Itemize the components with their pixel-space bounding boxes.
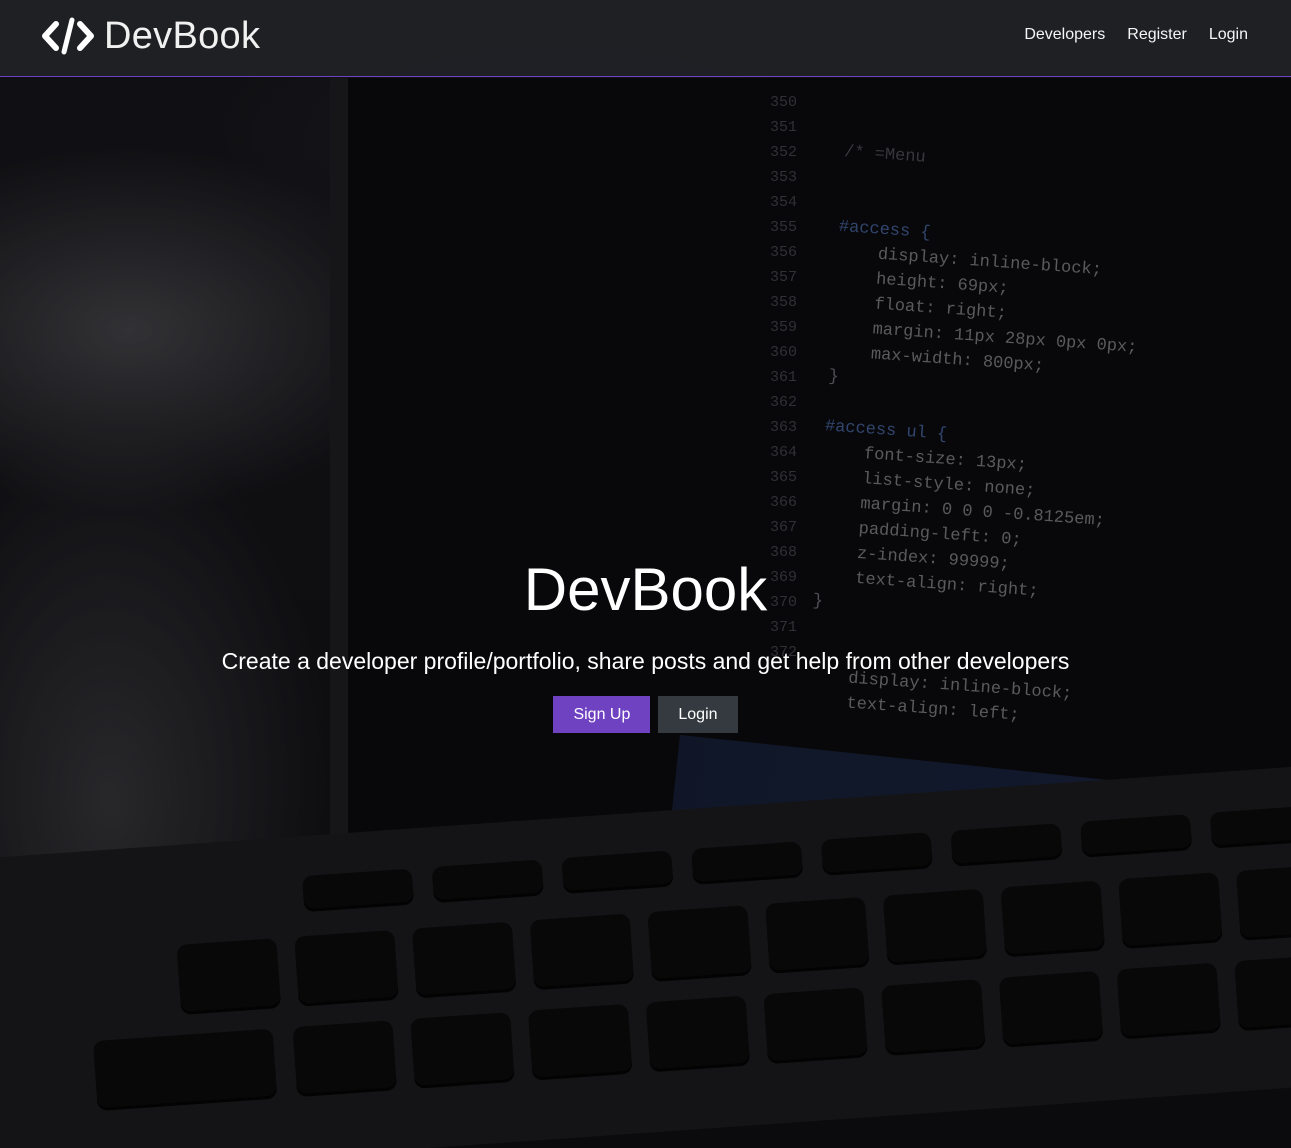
login-button[interactable]: Login [658,696,738,733]
landing-hero: DevBook Create a developer profile/portf… [0,550,1291,733]
code-icon [42,17,94,55]
brand-link[interactable]: DevBook [42,12,260,60]
nav-links: Developers Register Login [1024,26,1248,44]
sign-up-button[interactable]: Sign Up [553,696,651,733]
hero-subtitle: Create a developer profile/portfolio, sh… [221,648,1070,674]
nav-link-login[interactable]: Login [1209,26,1248,44]
nav-link-developers[interactable]: Developers [1024,26,1105,44]
page: 350 351 352 353 354 355 356 357 358 359 360 361 362 3… [0,0,1291,1148]
nav-link-register[interactable]: Register [1127,26,1187,44]
navbar: DevBook Developers Register Login [0,0,1291,77]
hero-buttons: Sign Up Login [0,696,1291,733]
hero-title: DevBook [523,556,768,623]
brand-name: DevBook [104,14,261,57]
